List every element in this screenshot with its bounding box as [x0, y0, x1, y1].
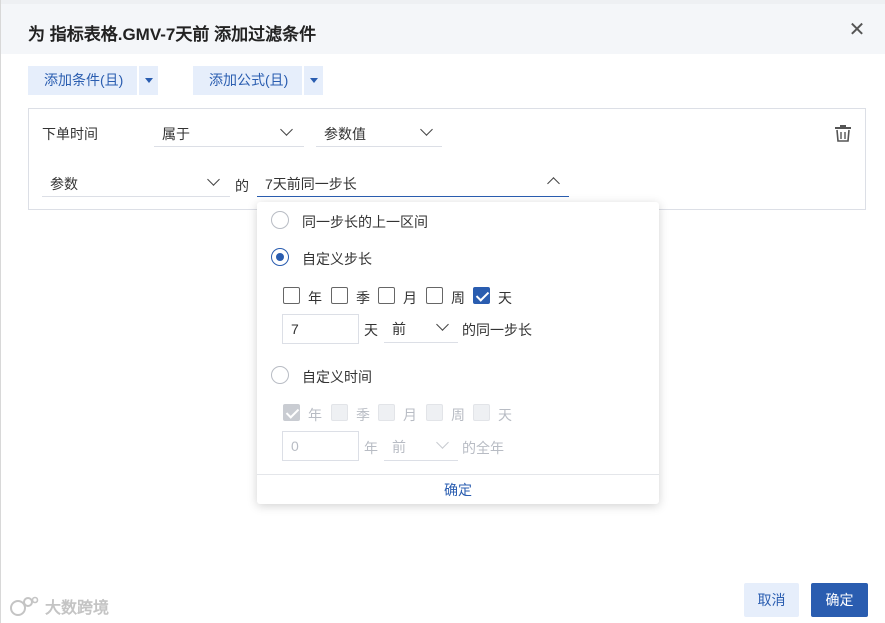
- step-amount-value: 7: [291, 321, 299, 337]
- checkbox-time-month-label: 月: [403, 407, 417, 423]
- time-direction-select[interactable]: 前: [384, 431, 458, 461]
- checkbox-step-year-label: 年: [308, 290, 322, 306]
- operator-select[interactable]: 属于: [154, 117, 304, 147]
- value-type-select[interactable]: 参数值: [316, 117, 442, 147]
- checkbox-time-week[interactable]: [426, 404, 443, 421]
- radio-custom-time-label: 自定义时间: [302, 369, 372, 385]
- step-unit-label: 天: [364, 322, 378, 338]
- checkbox-step-week-label: 周: [451, 290, 465, 306]
- checkbox-time-day[interactable]: [473, 404, 490, 421]
- add-formula-split-button: 添加公式(且): [193, 66, 324, 95]
- field-label: 下单时间: [42, 126, 98, 142]
- checkbox-time-year-label: 年: [308, 407, 322, 423]
- close-icon[interactable]: ✕: [847, 20, 867, 40]
- step-amount-input[interactable]: 7: [282, 314, 359, 344]
- checkbox-time-quarter-label: 季: [356, 407, 370, 423]
- operator-value: 属于: [162, 126, 190, 142]
- ok-button[interactable]: 确定: [811, 583, 868, 617]
- chevron-down-icon: [280, 123, 293, 136]
- time-amount-value: 0: [291, 438, 299, 454]
- time-suffix-label: 的全年: [462, 440, 504, 456]
- step-suffix-label: 的同一步长: [462, 322, 532, 338]
- step-direction-select[interactable]: 前: [384, 313, 458, 343]
- checkbox-time-day-label: 天: [498, 407, 512, 423]
- add-condition-dropdown-icon[interactable]: [139, 66, 159, 95]
- popup-confirm-button[interactable]: 确定: [257, 474, 659, 504]
- value-type-value: 参数值: [324, 126, 366, 142]
- checkbox-step-day[interactable]: [473, 287, 490, 304]
- checkbox-step-year[interactable]: [283, 287, 300, 304]
- cancel-button[interactable]: 取消: [744, 583, 799, 617]
- time-direction-value: 前: [392, 439, 406, 455]
- radio-custom-step-label: 自定义步长: [302, 251, 372, 267]
- checkbox-time-month[interactable]: [378, 404, 395, 421]
- dialog-header: 为 指标表格.GMV-7天前 添加过滤条件 ✕: [1, 4, 885, 54]
- watermark-logo-icon: [10, 596, 39, 616]
- checkbox-step-month[interactable]: [378, 287, 395, 304]
- radio-custom-time[interactable]: [271, 366, 289, 384]
- add-condition-split-button: 添加条件(且): [28, 66, 159, 95]
- range-value: 7天前同一步长: [265, 176, 357, 192]
- radio-previous-interval-label: 同一步长的上一区间: [302, 214, 428, 230]
- add-condition-button[interactable]: 添加条件(且): [28, 66, 138, 95]
- range-popup: 同一步长的上一区间 自定义步长 年 季 月 周 天 7 天 前 的同一步长 自定…: [257, 202, 659, 504]
- time-unit-label: 年: [364, 440, 378, 456]
- chevron-down-icon: [420, 123, 433, 136]
- trash-icon[interactable]: [834, 124, 852, 142]
- add-formula-button[interactable]: 添加公式(且): [193, 66, 303, 95]
- checkbox-time-week-label: 周: [451, 407, 465, 423]
- checkbox-step-quarter[interactable]: [331, 287, 348, 304]
- checkbox-step-day-label: 天: [498, 290, 512, 306]
- checkbox-step-quarter-label: 季: [356, 290, 370, 306]
- param-value: 参数: [50, 176, 78, 192]
- chevron-down-icon: [436, 436, 449, 449]
- checkbox-step-week[interactable]: [426, 287, 443, 304]
- chevron-up-icon: [547, 177, 560, 190]
- param-select[interactable]: 参数: [42, 167, 230, 197]
- checkbox-step-month-label: 月: [403, 290, 417, 306]
- checkbox-time-quarter[interactable]: [331, 404, 348, 421]
- radio-custom-step[interactable]: [271, 248, 289, 266]
- chevron-down-icon: [436, 318, 449, 331]
- add-formula-dropdown-icon[interactable]: [304, 66, 324, 95]
- time-amount-input[interactable]: 0: [282, 431, 359, 461]
- step-direction-value: 前: [392, 321, 406, 337]
- dialog-title: 为 指标表格.GMV-7天前 添加过滤条件: [28, 25, 317, 44]
- watermark-text: 大数跨境: [45, 600, 110, 617]
- watermark: 大数跨境: [9, 594, 109, 618]
- filter-dialog: 为 指标表格.GMV-7天前 添加过滤条件 ✕ 添加条件(且) 添加公式(且) …: [0, 0, 885, 623]
- chevron-down-icon: [207, 173, 220, 186]
- radio-previous-interval[interactable]: [271, 211, 289, 229]
- checkbox-time-year[interactable]: [283, 404, 300, 421]
- of-label: 的: [235, 178, 249, 194]
- range-select[interactable]: 7天前同一步长: [257, 167, 569, 197]
